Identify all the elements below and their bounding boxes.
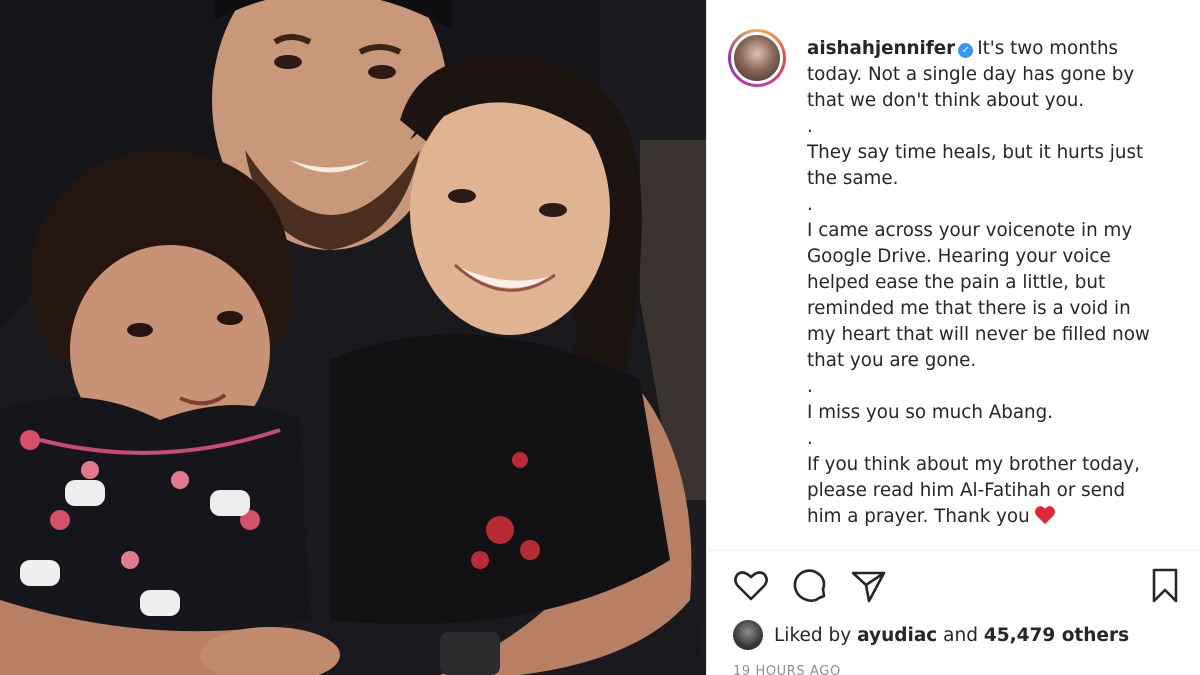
likes-count-link[interactable]: 45,479 others <box>984 625 1129 646</box>
caption-line-4: . <box>807 194 813 215</box>
caption-line-5: I came across your voicenote in my Googl… <box>807 220 1150 371</box>
username-link[interactable]: aishahjennifer <box>807 38 955 59</box>
caption-divider <box>707 550 1200 551</box>
profile-avatar[interactable] <box>728 29 786 87</box>
liker-username-link[interactable]: ayudiac <box>857 625 937 646</box>
likes-joiner: and <box>943 624 978 646</box>
liker-avatar[interactable] <box>733 620 763 650</box>
bookmark-icon <box>1152 568 1178 603</box>
likes-prefix: Liked by <box>774 624 852 646</box>
caption-line-9: If you think about my brother today, ple… <box>807 454 1140 527</box>
instagram-post: aishahjennifer ✓ It's two months today. No… <box>0 0 1200 675</box>
action-bar <box>707 565 1200 609</box>
post-photo[interactable] <box>0 0 706 675</box>
caption-line-2: . <box>807 116 813 137</box>
family-photo-illustration <box>0 0 706 675</box>
heart-outline-icon <box>734 571 768 601</box>
avatar-image <box>731 32 783 84</box>
like-button[interactable] <box>731 565 771 605</box>
save-button[interactable] <box>1145 565 1185 605</box>
red-heart-emoji-icon <box>1034 505 1056 533</box>
caption-line-6: . <box>807 376 813 397</box>
share-button[interactable] <box>848 565 888 605</box>
verified-badge-icon: ✓ <box>958 43 974 58</box>
comment-icon <box>793 569 826 602</box>
paper-plane-icon <box>851 571 886 603</box>
likes-summary: Liked by ayudiac and 45,479 others <box>733 618 1129 652</box>
comment-button[interactable] <box>790 565 830 605</box>
post-caption: aishahjennifer ✓ It's two months today. No… <box>807 36 1157 533</box>
caption-line-3: They say time heals, but it hurts just t… <box>807 142 1144 189</box>
post-timestamp[interactable]: 19 HOURS AGO <box>733 664 841 675</box>
post-details-panel: aishahjennifer ✓ It's two months today. No… <box>706 0 1200 675</box>
caption-line-8: . <box>807 428 813 449</box>
caption-line-7: I miss you so much Abang. <box>807 402 1054 423</box>
